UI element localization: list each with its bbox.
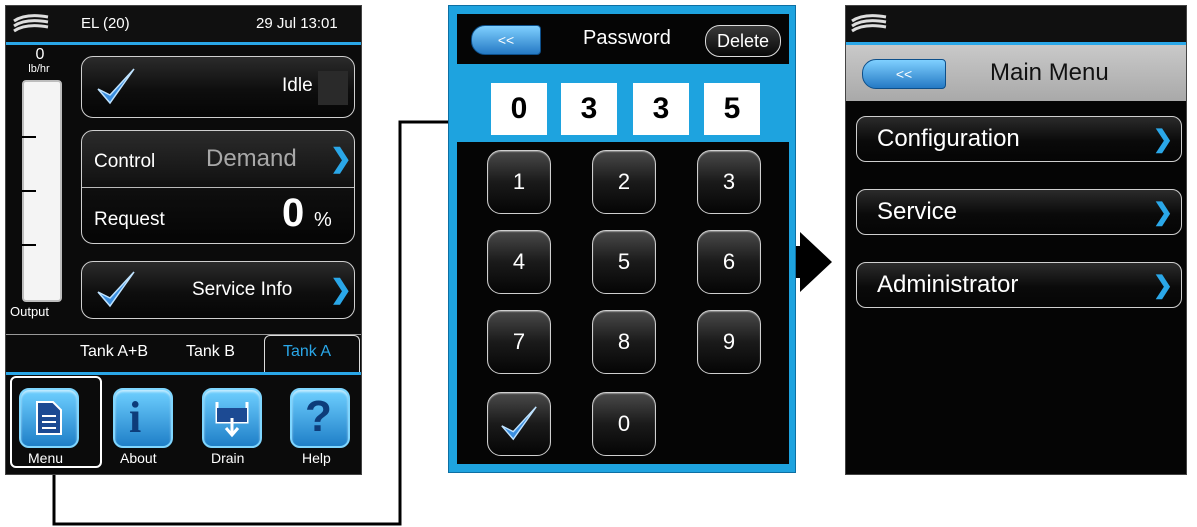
- menu-item-label: Administrator: [877, 271, 1019, 298]
- tab-tank-a[interactable]: Tank A: [283, 343, 331, 361]
- pin-digit: 0: [491, 83, 547, 135]
- pin-digit: 5: [704, 83, 760, 135]
- menu-header: << Main Menu: [846, 45, 1186, 101]
- request-label: Request: [94, 209, 165, 230]
- back-button[interactable]: <<: [862, 59, 946, 89]
- output-gauge: [22, 80, 62, 302]
- brand-logo-icon: [13, 14, 49, 33]
- password-header: << Password Delete: [457, 14, 789, 64]
- pin-digit: 3: [561, 83, 617, 135]
- service-info-button[interactable]: Service Info ❯: [81, 261, 355, 319]
- output-value: 0: [35, 46, 45, 63]
- chevron-right-icon: ❯: [330, 143, 352, 173]
- status-bar: EL (20) 29 Jul 13:01: [6, 6, 361, 45]
- unit-title: EL (20): [81, 15, 130, 32]
- tab-tank-b[interactable]: Tank B: [186, 343, 235, 361]
- drain-icon-tile: [202, 388, 262, 448]
- request-unit: %: [314, 209, 332, 231]
- key-1[interactable]: 1: [487, 150, 551, 214]
- menu-item-service[interactable]: Service ❯: [856, 189, 1182, 235]
- checkmark-icon: [97, 271, 135, 308]
- key-7[interactable]: 7: [487, 310, 551, 374]
- help-label: Help: [302, 450, 331, 466]
- gauge-tick: [22, 190, 36, 192]
- password-title: Password: [583, 27, 671, 49]
- key-6[interactable]: 6: [697, 230, 761, 294]
- gauge-tick: [22, 244, 36, 246]
- status-button[interactable]: Idle: [81, 56, 355, 118]
- tab-underline: [6, 372, 361, 375]
- about-button[interactable]: i About: [110, 386, 173, 468]
- tank-tabs: Tank A+B Tank B Tank A: [6, 334, 361, 373]
- output-label: Output: [10, 304, 50, 319]
- checkmark-icon: [97, 68, 135, 105]
- gauge-tick: [22, 136, 36, 138]
- menu-item-label: Service: [877, 198, 958, 225]
- menu-item-administrator[interactable]: Administrator ❯: [856, 262, 1182, 308]
- help-icon-tile: ?: [290, 388, 350, 448]
- confirm-key[interactable]: [487, 392, 551, 456]
- pin-digit: 3: [633, 83, 689, 135]
- status-indicator: [318, 71, 348, 105]
- checkmark-icon: [501, 406, 537, 441]
- status-text: Idle: [282, 75, 313, 96]
- menu-highlight-frame: [10, 376, 102, 468]
- drain-button[interactable]: Drain: [199, 386, 262, 468]
- output-unit: lb/hr: [28, 63, 50, 75]
- chevron-right-icon: ❯: [1152, 198, 1173, 226]
- service-info-label: Service Info: [192, 279, 293, 300]
- chevron-right-icon: ❯: [1152, 125, 1173, 153]
- home-screen: EL (20) 29 Jul 13:01 0 lb/hr Output Idle…: [5, 5, 362, 475]
- key-4[interactable]: 4: [487, 230, 551, 294]
- about-icon-tile: i: [113, 388, 173, 448]
- keypad: 1 2 3 4 5 6 7 8 9 0: [457, 142, 789, 464]
- tab-tank-a-b[interactable]: Tank A+B: [80, 343, 148, 361]
- control-row[interactable]: Control Demand ❯: [82, 131, 354, 188]
- datetime: 29 Jul 13:01: [256, 15, 338, 32]
- chevron-right-icon: ❯: [330, 274, 352, 304]
- request-value: 0: [282, 191, 305, 235]
- info-icon: i: [129, 393, 142, 442]
- delete-button[interactable]: Delete: [705, 25, 781, 57]
- brand-logo-icon: [851, 14, 887, 33]
- menu-item-configuration[interactable]: Configuration ❯: [856, 116, 1182, 162]
- menu-topbar: [846, 6, 1186, 45]
- help-icon: ?: [305, 392, 332, 441]
- drain-label: Drain: [211, 450, 245, 466]
- main-menu-title: Main Menu: [990, 59, 1109, 86]
- control-value: Demand: [206, 145, 297, 172]
- main-menu-screen: << Main Menu Configuration ❯ Service ❯ A…: [845, 5, 1187, 475]
- password-screen: << Password Delete 0 3 3 5 1 2 3 4 5 6 7…: [448, 5, 796, 473]
- chevron-right-icon: ❯: [1152, 271, 1173, 299]
- key-8[interactable]: 8: [592, 310, 656, 374]
- key-5[interactable]: 5: [592, 230, 656, 294]
- help-button[interactable]: ? Help: [287, 386, 350, 468]
- key-3[interactable]: 3: [697, 150, 761, 214]
- back-button[interactable]: <<: [471, 25, 541, 55]
- menu-item-label: Configuration: [877, 125, 1020, 152]
- key-0[interactable]: 0: [592, 392, 656, 456]
- key-2[interactable]: 2: [592, 150, 656, 214]
- key-9[interactable]: 9: [697, 310, 761, 374]
- drain-icon: [215, 402, 249, 438]
- control-label: Control: [94, 151, 156, 172]
- about-label: About: [120, 450, 157, 466]
- control-panel: Control Demand ❯ Request 0 %: [81, 130, 355, 244]
